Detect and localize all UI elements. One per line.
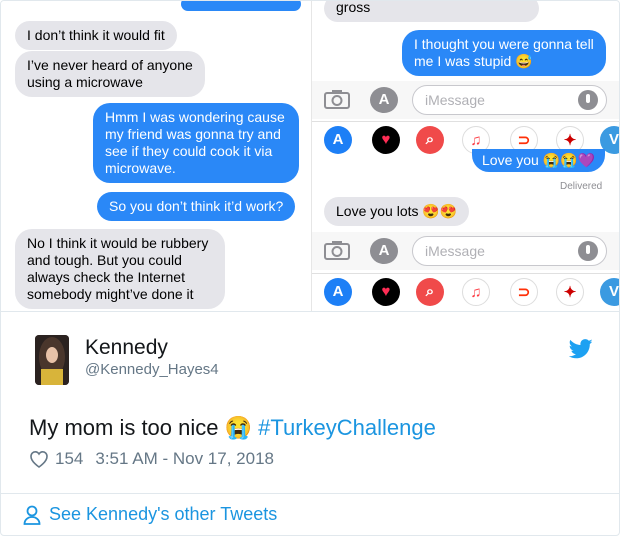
imessage-input[interactable]: iMessage bbox=[412, 85, 607, 115]
left-screenshot: I don’t think it would fit I’ve never he… bbox=[1, 1, 306, 311]
heart-icon[interactable] bbox=[29, 450, 49, 468]
twitter-bird-icon[interactable] bbox=[569, 339, 593, 359]
imessage-placeholder: iMessage bbox=[425, 243, 485, 259]
digital-touch-icon[interactable]: ♥ bbox=[372, 278, 400, 306]
imessage-input[interactable]: iMessage bbox=[412, 236, 607, 266]
see-other-tweets-link[interactable]: See Kennedy's other Tweets bbox=[23, 504, 277, 525]
app-drawer: A ♥ ⌕ ♫ ⊃ ✦ V bbox=[312, 273, 619, 309]
tweet-text: My mom is too nice 😭 #TurkeyChallenge bbox=[29, 415, 436, 441]
tweet-body: My mom is too nice 😭 bbox=[29, 415, 252, 440]
person-icon bbox=[23, 505, 41, 525]
tweet-timestamp[interactable]: 3:51 AM - Nov 17, 2018 bbox=[95, 449, 274, 469]
digital-touch-icon[interactable]: ♥ bbox=[372, 126, 400, 154]
message-bubble-outgoing: Love you 😭😭💜 bbox=[472, 149, 606, 172]
delivered-status: Delivered bbox=[560, 181, 603, 192]
message-bubble-incoming: I’ve never heard of anyone using a micro… bbox=[15, 51, 205, 97]
music-icon[interactable]: ♫ bbox=[462, 278, 490, 306]
message-bubble-incoming: No I think it would be rubbery and tough… bbox=[15, 229, 225, 309]
cut-off-message bbox=[181, 1, 301, 11]
venmo-icon[interactable]: V bbox=[600, 278, 619, 306]
hashtag-link[interactable]: #TurkeyChallenge bbox=[258, 415, 436, 440]
message-input-bar: A iMessage bbox=[312, 81, 619, 119]
right-screenshot: gross I thought you were gonna tell me I… bbox=[311, 1, 619, 311]
tweet-meta: 154 3:51 AM - Nov 17, 2018 bbox=[29, 449, 274, 469]
see-other-tweets-label: See Kennedy's other Tweets bbox=[49, 504, 278, 524]
app-store-icon[interactable]: A bbox=[324, 126, 352, 154]
game-app-icon[interactable]: ✦ bbox=[556, 278, 584, 306]
app-store-icon[interactable]: A bbox=[370, 87, 398, 113]
search-images-icon[interactable]: ⌕ bbox=[416, 278, 444, 306]
message-bubble-incoming: gross bbox=[324, 1, 539, 22]
display-name[interactable]: Kennedy bbox=[85, 336, 168, 360]
embedded-tweet-card: I don’t think it would fit I’ve never he… bbox=[0, 0, 620, 536]
message-bubble-incoming: Love you lots 😍😍 bbox=[324, 197, 470, 226]
divider bbox=[1, 311, 619, 312]
message-input-bar: A iMessage bbox=[312, 232, 619, 270]
mic-icon[interactable] bbox=[578, 241, 598, 261]
user-handle[interactable]: @Kennedy_Hayes4 bbox=[85, 361, 219, 378]
message-bubble-outgoing: Hmm I was wondering cause my friend was … bbox=[93, 103, 299, 183]
message-bubble-outgoing: I thought you were gonna tell me I was s… bbox=[402, 30, 606, 76]
imessage-placeholder: iMessage bbox=[425, 92, 485, 108]
screenshot-collage: I don’t think it would fit I’ve never he… bbox=[1, 1, 619, 311]
search-images-icon[interactable]: ⌕ bbox=[416, 126, 444, 154]
like-count[interactable]: 154 bbox=[55, 449, 83, 469]
doordash-icon[interactable]: ⊃ bbox=[510, 278, 538, 306]
divider bbox=[1, 493, 619, 494]
mic-icon[interactable] bbox=[578, 90, 598, 110]
avatar[interactable] bbox=[35, 335, 69, 385]
app-store-icon[interactable]: A bbox=[370, 238, 398, 264]
camera-icon[interactable] bbox=[324, 240, 350, 260]
message-bubble-incoming: I don’t think it would fit bbox=[15, 21, 177, 50]
camera-icon[interactable] bbox=[324, 89, 350, 109]
app-store-icon[interactable]: A bbox=[324, 278, 352, 306]
message-bubble-outgoing: So you don’t think it’d work? bbox=[97, 192, 296, 221]
